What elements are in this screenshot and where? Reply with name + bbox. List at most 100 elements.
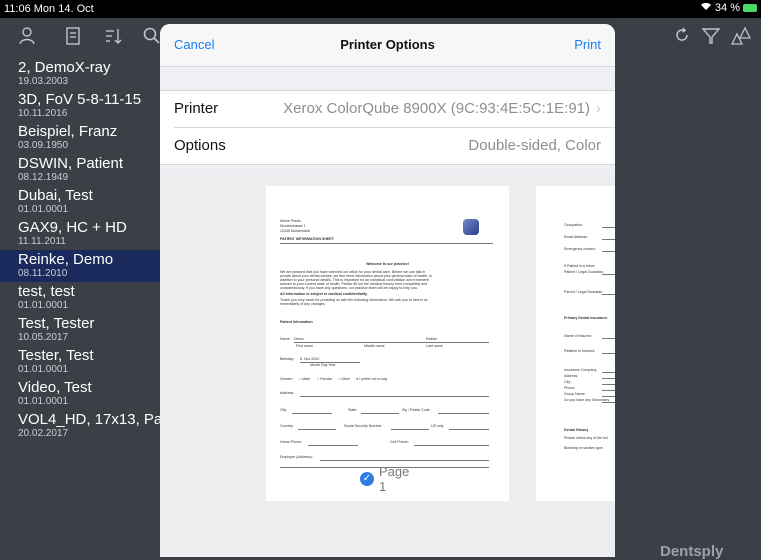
form-field-label: Patient / Legal Guardian: [564,270,604,274]
gender-option: ○ Female [317,377,333,381]
preview-page-1[interactable]: Meine Praxis Musterstrasse 1 12345 Muste… [266,186,509,501]
battery-icon [743,4,757,12]
patient-birthdate: 11.11.2011 [18,236,66,247]
form-field-label: Bleeding or swollen gum [564,446,604,450]
patient-list-item[interactable]: Dubai, Test 01.01.0001 [0,186,160,218]
patient-name: Beispiel, Franz [18,123,118,140]
printer-row[interactable]: Printer Xerox ColorQube 8900X (9C:93:4E:… [160,91,615,127]
form-field-label: Primary Dental Insurance [564,316,608,320]
form-field-label: Dental History [564,428,589,432]
document-icon[interactable] [63,26,83,46]
patient-name: VOL4_HD, 17x13, Pat3 [18,411,160,428]
welcome-text: Welcome to our practice! [366,262,409,266]
address-label: Address: [280,391,295,395]
patient-list-item[interactable]: 2, DemoX-ray 19.03.2003 [0,58,160,90]
city-label: City: [280,408,288,412]
form-field-line [602,294,615,295]
person-icon[interactable] [18,26,38,46]
form-field-line [602,227,615,228]
patient-birthdate: 01.01.0001 [18,204,69,215]
patient-name: 2, DemoX-ray [18,59,111,76]
patient-birthdate: 01.01.0001 [18,300,69,311]
gender-option: ○ Other [338,377,351,381]
sort-icon[interactable] [103,26,123,46]
patient-name: Test, Tester [18,315,95,332]
options-label: Options [174,137,226,154]
patient-birthdate: 08.11.2010 [18,268,68,279]
form-field-label: Occupation: [564,223,584,227]
printer-label: Printer [174,100,219,117]
ssn-label: Social Security Number: [344,424,383,428]
home-phone-label: Home Phone: [280,440,302,444]
patient-birthdate: 10.11.2016 [18,108,68,119]
patient-name: test, test [18,283,75,300]
first-name-caption: First name [296,344,313,348]
sheet-title: PATIENT INFORMATION SHEET [280,237,334,241]
patient-list-item[interactable]: DSWIN, Patient 08.12.1949 [0,154,160,186]
patient-list-item[interactable]: 3D, FoV 5-8-11-15 10.11.2016 [0,90,160,122]
form-field-label: If Patient is a minor [564,264,595,268]
options-value: Double-sided, Color [468,137,601,154]
patient-list-item[interactable]: test, test 01.01.0001 [0,282,160,314]
print-button[interactable]: Print [574,37,601,52]
form-field-label: Parent / Legal Guardian: [564,290,604,294]
patient-birthdate: 01.01.0001 [18,364,69,375]
search-icon[interactable] [142,26,162,46]
status-time: 11:06 Mon 14. Oct [4,3,94,15]
patient-birthdate: 20.02.2017 [18,428,69,439]
form-field-label: Insurance Company: [564,368,598,372]
patient-list-item[interactable]: Beispiel, Franz 03.09.1950 [0,122,160,154]
status-bar: 11:06 Mon 14. Oct 34 % [0,0,761,18]
patient-list-item[interactable]: Video, Test 01.01.0001 [0,378,160,410]
confidential-text: All information is subject to medical co… [280,292,368,296]
patient-list-item[interactable]: Tester, Test 01.01.0001 [0,346,160,378]
form-field-line [602,353,615,354]
form-field-label: Relation to Insured: [564,349,596,353]
last-name-caption: Last name [426,344,443,348]
practice-street: Musterstrasse 1 [280,224,306,228]
form-field-line [602,402,615,403]
name-value-2: Reinke [426,337,438,341]
brand-logo: Dentsply [660,543,724,560]
patient-birthdate: 08.12.1949 [18,172,69,183]
form-field-line [602,274,615,275]
gender-option: ○ Male [299,377,310,381]
preview-page-2[interactable]: Occupation: Email Address: Emergency conta… [536,186,615,501]
form-field-label: Phone: [564,386,576,390]
form-field-line [602,372,615,373]
home-phone-line [308,445,358,446]
birthday-label: Birthday: [280,357,295,361]
zip-line [438,413,489,414]
filter-icon[interactable] [701,26,721,51]
patient-list-item[interactable]: GAX9, HC + HD 11.11.2011 [0,218,160,250]
form-field-label: Email Address: [564,235,588,239]
options-table: Printer Xerox ColorQube 8900X (9C:93:4E:… [160,90,615,165]
patient-list-item[interactable]: Test, Tester 10.05.2017 [0,314,160,346]
patient-name: Dubai, Test [18,187,93,204]
options-row[interactable]: Options Double-sided, Color [174,127,615,164]
patient-list-item[interactable]: Reinke, Demo 08.11.2010 [0,250,160,282]
form-field-line [602,396,615,397]
checkmark-icon: ✓ [360,472,374,486]
battery-percent: 34 % [714,2,740,14]
refresh-icon[interactable] [673,26,691,49]
gender-label: Gender: [280,377,293,381]
form-field-line [602,239,615,240]
wifi-icon [700,2,712,14]
name-line [294,342,489,343]
compare-icon[interactable] [729,26,753,51]
print-preview: Meine Praxis Musterstrasse 1 12345 Muste… [160,172,615,557]
ssn-line [391,429,429,430]
address-line [300,396,489,397]
divider [280,243,493,244]
country-line [298,429,336,430]
patient-name: DSWIN, Patient [18,155,124,172]
patient-birthdate: 01.01.0001 [18,396,69,407]
us-only-line [449,429,489,430]
patient-list-item[interactable]: VOL4_HD, 17x13, Pat3 20.02.2017 [0,410,160,442]
printer-options-dialog: Cancel Printer Options Print Printer Xer… [160,24,615,557]
thanks-line: immediately of any changes. [280,302,326,306]
page-selected-badge[interactable]: ✓ Page 1 [354,464,420,494]
state-line [361,413,399,414]
form-field-line [602,384,615,385]
